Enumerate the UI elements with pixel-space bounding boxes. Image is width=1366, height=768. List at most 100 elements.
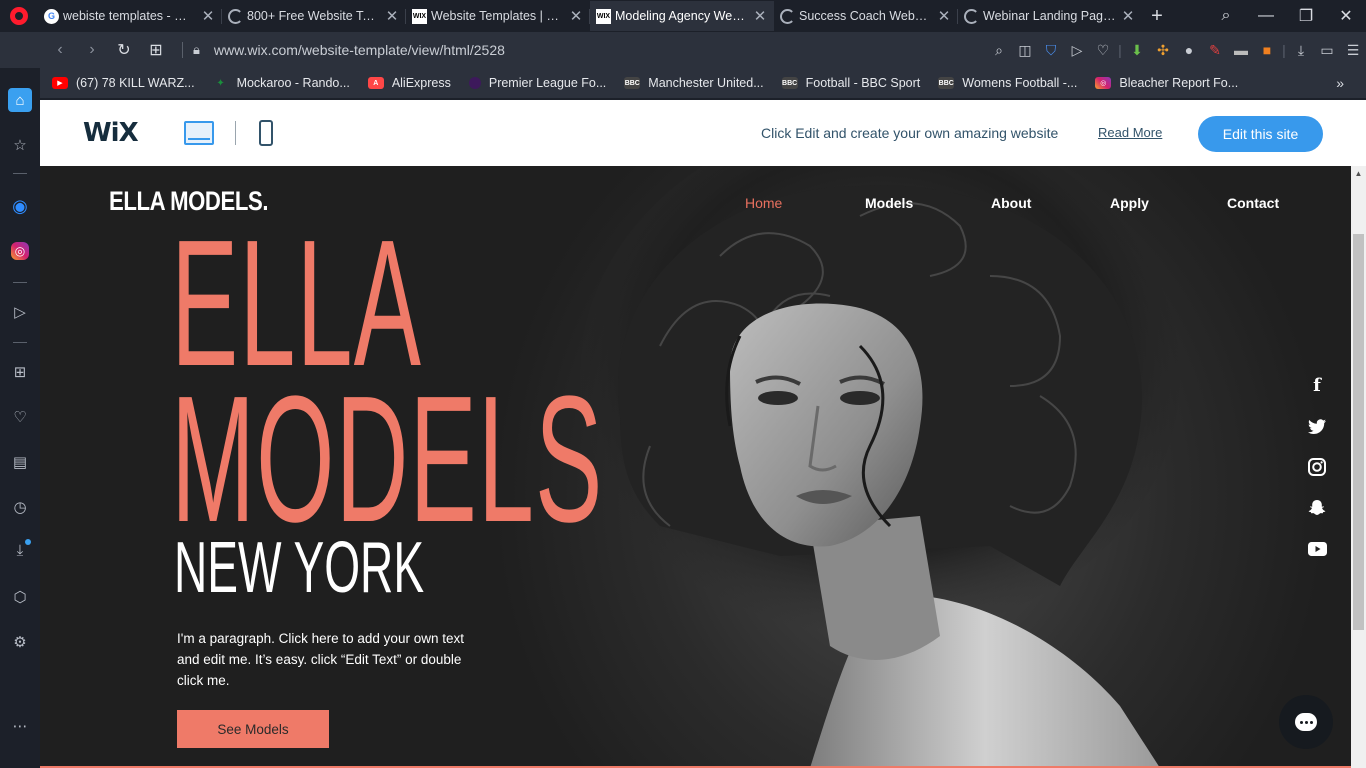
google-icon: G bbox=[44, 8, 59, 24]
download-extension-icon[interactable]: ⬇ bbox=[1124, 42, 1150, 59]
news-icon[interactable]: ▤ bbox=[8, 450, 32, 474]
tab-title: Modeling Agency Websi bbox=[615, 9, 748, 23]
tab-grid-icon[interactable]: ⊞ bbox=[140, 40, 172, 60]
more-icon[interactable]: ⋯ bbox=[8, 714, 32, 738]
heart-icon[interactable]: ♡ bbox=[1090, 42, 1116, 59]
headline-models: MODELS bbox=[171, 359, 604, 560]
wallet-extension-icon[interactable]: ■ bbox=[1254, 42, 1280, 58]
tab[interactable]: Success Coach Website T ✕ bbox=[774, 1, 958, 31]
shield-icon[interactable]: ⛉ bbox=[1038, 42, 1064, 59]
bookmark[interactable]: BBC Football - BBC Sport bbox=[781, 76, 921, 90]
edit-this-site-button[interactable]: Edit this site bbox=[1198, 116, 1323, 152]
restore-icon[interactable]: ❐ bbox=[1286, 6, 1326, 26]
bookmark[interactable]: ▶ (67) 78 KILL WARZ... bbox=[52, 76, 195, 90]
nav-apply[interactable]: Apply bbox=[1110, 195, 1149, 211]
tab-title: Webinar Landing Page W bbox=[983, 9, 1116, 23]
bookmark[interactable]: ◎ Bleacher Report Fo... bbox=[1095, 76, 1238, 90]
close-tab-icon[interactable]: ✕ bbox=[384, 7, 400, 25]
close-tab-icon[interactable]: ✕ bbox=[752, 7, 768, 25]
search-tabs-icon[interactable]: ⌕ bbox=[1206, 7, 1246, 25]
reload-icon[interactable]: ↻ bbox=[108, 40, 140, 60]
nav-models[interactable]: Models bbox=[865, 195, 913, 211]
see-models-button[interactable]: See Models bbox=[177, 710, 329, 748]
download-icon[interactable]: ⤓ bbox=[8, 538, 32, 562]
snapchat-icon[interactable] bbox=[1306, 497, 1328, 519]
back-icon[interactable]: ‹ bbox=[44, 41, 76, 59]
nav-about[interactable]: About bbox=[991, 195, 1031, 211]
messenger-icon[interactable]: ◉ bbox=[8, 194, 32, 218]
mobile-view-icon[interactable] bbox=[259, 120, 273, 146]
send-icon[interactable]: ▷ bbox=[1064, 42, 1090, 59]
send-icon[interactable]: ▷ bbox=[8, 300, 32, 324]
bookmark-label: Bleacher Report Fo... bbox=[1119, 76, 1239, 90]
opera-menu-button[interactable] bbox=[0, 0, 38, 32]
nav-contact[interactable]: Contact bbox=[1227, 195, 1279, 211]
read-more-link[interactable]: Read More bbox=[1098, 125, 1162, 140]
pinwheel-extension-icon[interactable]: ✣ bbox=[1150, 42, 1176, 59]
close-window-icon[interactable]: ✕ bbox=[1326, 6, 1366, 26]
scroll-thumb[interactable] bbox=[1353, 234, 1364, 630]
settings-gear-icon[interactable]: ⚙ bbox=[8, 630, 32, 654]
bookmark-label: Womens Football -... bbox=[962, 76, 1078, 90]
tab[interactable]: WIX Website Templates | Free ✕ bbox=[406, 1, 590, 31]
more-bookmarks-icon[interactable]: » bbox=[1336, 75, 1344, 91]
battery-icon[interactable]: ▭ bbox=[1314, 42, 1340, 59]
cube-icon[interactable]: ⬡ bbox=[8, 585, 32, 609]
heart-icon[interactable]: ♡ bbox=[8, 405, 32, 429]
tool-extension-icon[interactable]: ✎ bbox=[1202, 42, 1228, 59]
youtube-icon: ▶ bbox=[52, 77, 68, 89]
jar-extension-icon[interactable]: ▬ bbox=[1228, 42, 1254, 58]
wix-preview-bar: WiX Click Edit and create your own amazi… bbox=[40, 100, 1366, 166]
mockaroo-icon: ✦ bbox=[216, 77, 225, 89]
tab-active[interactable]: WIX Modeling Agency Websi ✕ bbox=[590, 1, 774, 31]
home-icon[interactable]: ⌂ bbox=[8, 88, 32, 112]
history-icon[interactable]: ◷ bbox=[8, 495, 32, 519]
instagram-icon[interactable] bbox=[1306, 456, 1328, 478]
chat-widget-button[interactable] bbox=[1279, 695, 1333, 749]
close-tab-icon[interactable]: ✕ bbox=[200, 7, 216, 25]
instagram-icon[interactable]: ◎ bbox=[11, 242, 29, 260]
bookmark-label: Manchester United... bbox=[648, 76, 764, 90]
minimize-icon[interactable]: — bbox=[1246, 7, 1286, 25]
search-icon[interactable]: ⌕ bbox=[986, 42, 1012, 59]
desktop-view-icon[interactable] bbox=[184, 121, 214, 145]
bookmark[interactable]: Premier League Fo... bbox=[468, 76, 606, 90]
opera-sidebar: ⌂ ☆ ◉ ◎ ▷ ⊞ ♡ ▤ ◷ ⤓ ⬡ ⚙ ⋯ bbox=[0, 68, 40, 768]
facebook-icon[interactable]: f bbox=[1306, 374, 1328, 396]
forward-icon[interactable]: › bbox=[76, 41, 108, 59]
bookmark[interactable]: ✦ Mockaroo - Rando... bbox=[213, 76, 349, 90]
new-tab-icon[interactable]: + bbox=[1142, 5, 1172, 28]
wix-logo[interactable]: WiX bbox=[83, 118, 139, 148]
hero-section: ELLA MODELS. Home Models About Apply Con… bbox=[40, 166, 1351, 768]
page-scrollbar[interactable]: ▲ bbox=[1351, 166, 1366, 768]
downloads-icon[interactable]: ⤓ bbox=[1288, 42, 1314, 59]
easy-setup-icon[interactable]: ☰ bbox=[1340, 42, 1366, 59]
window-controls: ⌕ — ❐ ✕ bbox=[1206, 6, 1366, 26]
twitter-icon[interactable] bbox=[1306, 415, 1328, 437]
tab-bar: G webiste templates - Goo ✕ 800+ Free We… bbox=[0, 0, 1366, 32]
close-tab-icon[interactable]: ✕ bbox=[568, 7, 584, 25]
tab[interactable]: G webiste templates - Goo ✕ bbox=[38, 1, 222, 31]
tab[interactable]: Webinar Landing Page W ✕ bbox=[958, 1, 1142, 31]
bookmark[interactable]: BBC Womens Football -... bbox=[938, 76, 1077, 90]
bookmark[interactable]: BBC Manchester United... bbox=[624, 76, 764, 90]
close-tab-icon[interactable]: ✕ bbox=[936, 7, 952, 25]
chat-extension-icon[interactable]: ● bbox=[1176, 42, 1202, 58]
close-tab-icon[interactable]: ✕ bbox=[1120, 7, 1136, 25]
bookmark-label: Football - BBC Sport bbox=[805, 76, 921, 90]
star-icon[interactable]: ☆ bbox=[8, 133, 32, 157]
camera-icon[interactable]: ◫ bbox=[1012, 42, 1038, 59]
lock-icon[interactable]: 🔒︎ bbox=[193, 42, 200, 58]
scroll-up-icon[interactable]: ▲ bbox=[1351, 166, 1366, 181]
apps-grid-icon[interactable]: ⊞ bbox=[8, 360, 32, 384]
bbc-icon: BBC bbox=[781, 77, 798, 89]
url-field[interactable]: www.wix.com/website-template/view/html/2… bbox=[214, 42, 505, 58]
nav-home[interactable]: Home bbox=[745, 195, 782, 211]
wix-favicon-icon: WIX bbox=[596, 8, 611, 24]
bookmark[interactable]: A AliExpress bbox=[367, 76, 451, 90]
tab[interactable]: 800+ Free Website Temp ✕ bbox=[222, 1, 406, 31]
model-portrait-image bbox=[580, 166, 1180, 768]
youtube-icon[interactable] bbox=[1306, 538, 1328, 560]
bookmark-label: (67) 78 KILL WARZ... bbox=[76, 76, 195, 90]
address-bar-tools: ⌕ ◫ ⛉ ▷ ♡ | ⬇ ✣ ● ✎ ▬ ■ | ⤓ ▭ ☰ bbox=[986, 42, 1366, 59]
